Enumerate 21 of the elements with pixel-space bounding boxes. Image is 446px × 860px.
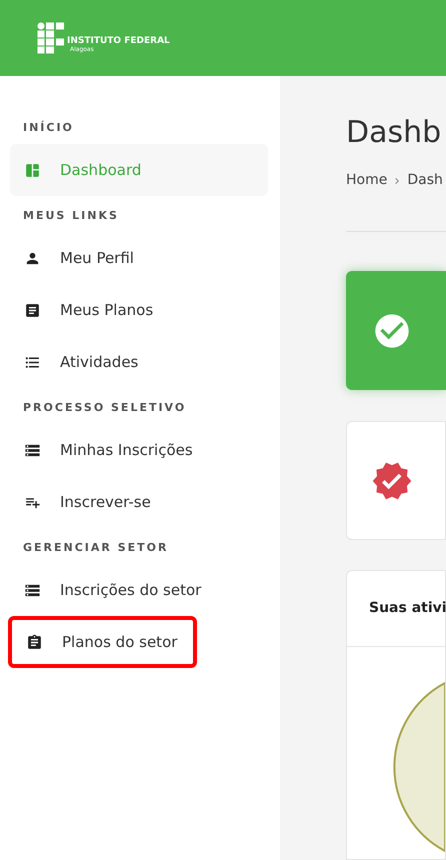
- nav-item[interactable]: Meus Planos: [10, 284, 268, 336]
- logo-title: INSTITUTO FEDERAL: [67, 37, 170, 46]
- section-heading: GERENCIAR SETOR: [22, 540, 170, 556]
- nav-item[interactable]: Planos do setor: [8, 616, 197, 668]
- breadcrumb-link[interactable]: Home: [346, 170, 388, 191]
- nav-item[interactable]: Inscrever-se: [10, 476, 268, 528]
- page-title: Dashb: [346, 118, 442, 148]
- section-heading: INÍCIO: [22, 120, 75, 136]
- section-heading: MEUS LINKS: [22, 208, 120, 224]
- nav-item[interactable]: Inscrições do setor: [10, 564, 268, 616]
- clipboard-icon: [26, 634, 43, 650]
- section-heading: PROCESSO SELETIVO: [22, 400, 188, 416]
- nav-item[interactable]: Minhas Inscrições: [10, 424, 268, 476]
- logo-icon: [37, 22, 65, 54]
- verified-badge-icon: [371, 460, 413, 502]
- nav-item[interactable]: Atividades: [10, 336, 268, 388]
- breadcrumb-link[interactable]: Dash: [407, 170, 443, 191]
- nav-item[interactable]: Meu Perfil: [10, 232, 268, 284]
- dashboard-icon: [24, 162, 41, 178]
- document-icon: [24, 302, 41, 318]
- card-title: Suas ativi: [369, 599, 446, 618]
